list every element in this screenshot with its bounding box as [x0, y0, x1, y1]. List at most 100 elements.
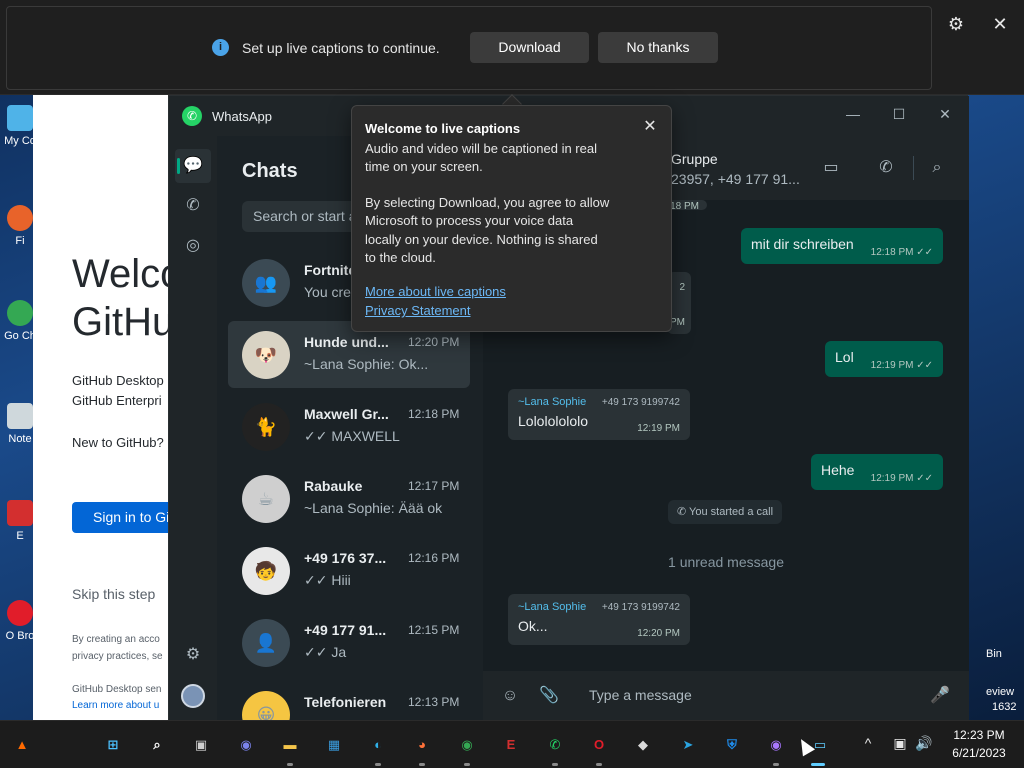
chat-item-rabauke[interactable]: ☕ Rabauke 12:17 PM ~Lana Sophie: Äää ok — [228, 465, 470, 532]
group-avatar: 👥 — [242, 259, 290, 307]
message-text: mit dir schreiben — [751, 236, 854, 252]
opera-icon[interactable]: O — [587, 733, 611, 757]
chat-item-telefonieren[interactable]: 😀 Telefonieren 12:13 PM — [228, 681, 470, 721]
no-thanks-button[interactable]: No thanks — [598, 32, 718, 63]
network-icon[interactable]: ▣ — [890, 735, 910, 752]
github-welcome-title: Welco GitHu — [72, 250, 173, 346]
file-explorer-icon[interactable]: ▬ — [278, 733, 302, 757]
message-time: 12:18 PM ✓✓ — [870, 247, 933, 258]
clock-time[interactable]: 12:23 PM — [948, 728, 1010, 742]
github-terms-line2: privacy practices, se — [72, 651, 163, 662]
windows-start-icon[interactable]: ⊞ — [101, 733, 125, 757]
store-icon[interactable]: ▦ — [322, 733, 346, 757]
chats-heading: Chats — [242, 160, 298, 182]
close-icon[interactable]: ✕ — [990, 14, 1010, 34]
opera-icon — [7, 600, 33, 626]
search-icon[interactable]: ⌕ — [145, 733, 169, 757]
github-desktop-window: Welco GitHu GitHub Desktop GitHub Enterp… — [33, 95, 173, 720]
chat-preview: ~Lana Sophie: Äää ok — [304, 500, 443, 516]
chat-avatar: 🐶 — [242, 331, 290, 379]
message-sender: ~Lana Sophie — [518, 396, 587, 408]
flyout-body-line: to the cloud. — [365, 250, 436, 265]
chat-name: Hunde und... — [304, 334, 389, 350]
default-avatar: 👤 — [242, 619, 290, 667]
rail-status-button[interactable]: ◎ — [175, 229, 211, 263]
chat-item-49-176[interactable]: 🧒 +49 176 37... 12:16 PM ✓✓ Hiii — [228, 537, 470, 604]
attach-icon[interactable]: 📎 — [538, 686, 560, 706]
desktop-icon-label: O Bro — [5, 630, 35, 642]
welcome-line2: GitHu — [72, 300, 173, 344]
notepad-icon — [7, 403, 33, 429]
defender-icon[interactable]: ⛨ — [720, 733, 744, 757]
whatsapp-nav-rail: 💬 ✆ ◎ ⚙ — [169, 136, 217, 721]
app-e-icon[interactable]: E — [499, 733, 523, 757]
whatsapp-icon[interactable]: ✆ — [543, 733, 567, 757]
message-outgoing[interactable]: Lol 12:19 PM ✓✓ — [825, 341, 943, 377]
message-outgoing[interactable]: Hehe 12:19 PM ✓✓ — [811, 454, 943, 490]
minimize-button[interactable]: — — [843, 104, 863, 124]
message-incoming[interactable]: ~Lana Sophie +49 173 9199742 Ok... 12:20… — [508, 594, 690, 645]
emoji-icon[interactable]: ☺ — [499, 686, 521, 706]
microphone-icon[interactable]: 🎤 — [929, 686, 951, 706]
watermark-preview: eview — [986, 686, 1015, 698]
roblox-icon[interactable]: ◆ — [631, 733, 655, 757]
message-outgoing[interactable]: mit dir schreiben 12:18 PM ✓✓ — [741, 228, 943, 264]
rail-chats-button[interactable]: 💬 — [175, 149, 211, 183]
telegram-icon[interactable]: ➤ — [676, 733, 700, 757]
message-incoming[interactable]: ~Lana Sophie +49 173 9199742 Lololololol… — [508, 389, 690, 440]
firefox-icon[interactable]: ◕ — [410, 733, 434, 757]
task-view-icon[interactable]: ▣ — [189, 733, 213, 757]
video-call-icon[interactable]: ▭ — [820, 158, 842, 178]
call-started-notice: ✆ You started a call — [668, 500, 782, 524]
gear-icon[interactable]: ⚙ — [946, 14, 966, 34]
chat-name: +49 176 37... — [304, 550, 387, 566]
conversation-title: Gruppe — [671, 151, 718, 167]
github-skip-link[interactable]: Skip this step — [72, 586, 155, 602]
flyout-body-line: Microsoft to process your voice data — [365, 213, 574, 228]
message-composer: ☺ 📎 Type a message 🎤 — [483, 671, 969, 721]
github-signin-button[interactable]: Sign in to Gi — [72, 502, 173, 533]
github-learn-more-link[interactable]: Learn more about u — [72, 700, 159, 711]
maximize-button[interactable]: ☐ — [889, 104, 909, 124]
window-close-button[interactable]: ✕ — [935, 104, 955, 124]
running-indicator — [773, 763, 779, 766]
voice-call-icon[interactable]: ✆ — [875, 158, 897, 178]
live-captions-welcome-flyout: Welcome to live captions ✕ Audio and vid… — [351, 105, 672, 332]
privacy-statement-link[interactable]: Privacy Statement — [365, 303, 471, 318]
widgets-icon[interactable]: ▲ — [10, 733, 34, 757]
flyout-close-icon[interactable]: ✕ — [640, 117, 660, 137]
running-indicator — [419, 763, 425, 766]
chat-time: 12:18 PM — [408, 407, 460, 421]
flyout-title: Welcome to live captions — [365, 121, 521, 136]
chat-icon[interactable]: ◉ — [234, 733, 258, 757]
github-icon[interactable]: ◉ — [764, 733, 788, 757]
chrome-icon[interactable]: ◉ — [455, 733, 479, 757]
message-sender-phone: +49 173 9199742 — [601, 602, 680, 613]
rail-calls-button[interactable]: ✆ — [175, 189, 211, 223]
edge-icon[interactable]: ◐ — [366, 733, 390, 757]
tray-chevron-icon[interactable]: ^ — [858, 735, 878, 751]
message-time: 12:19 PM — [637, 423, 680, 434]
conversation-members: 23957, +49 177 91... — [671, 171, 800, 187]
github-desc-line1: GitHub Desktop — [72, 373, 164, 388]
chat-preview: ✓✓ Hiii — [304, 572, 351, 588]
whatsapp-app-title: WhatsApp — [212, 109, 272, 124]
rail-settings-button[interactable]: ⚙ — [175, 638, 211, 672]
download-button[interactable]: Download — [470, 32, 589, 63]
profile-avatar[interactable] — [181, 684, 205, 708]
volume-icon[interactable]: 🔊 — [914, 735, 934, 752]
more-about-live-captions-link[interactable]: More about live captions — [365, 284, 506, 299]
github-desc-line2: GitHub Enterpri — [72, 393, 162, 408]
status-icon: ◎ — [186, 237, 200, 254]
running-indicator — [375, 763, 381, 766]
running-indicator — [596, 763, 602, 766]
recycle-bin-label: Bin — [986, 648, 1002, 660]
chat-item-49-177[interactable]: 👤 +49 177 91... 12:15 PM ✓✓ Ja — [228, 609, 470, 676]
message-input[interactable]: Type a message — [589, 687, 692, 703]
message-time: 12:20 PM — [637, 628, 680, 639]
chat-avatar: 😀 — [242, 691, 290, 721]
search-icon[interactable]: ⌕ — [926, 158, 948, 178]
chat-item-maxwell[interactable]: 🐈 Maxwell Gr... 12:18 PM ✓✓ MAXWELL — [228, 393, 470, 460]
chat-time: 12:15 PM — [408, 623, 460, 637]
clock-date[interactable]: 6/21/2023 — [948, 746, 1010, 760]
